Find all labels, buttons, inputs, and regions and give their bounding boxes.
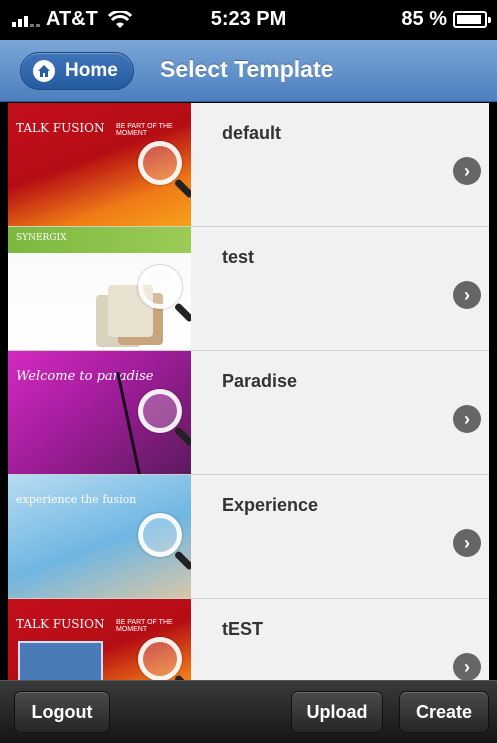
chevron-right-icon[interactable]: › (453, 281, 481, 309)
thumbnail-text: TALK FUSION (16, 121, 105, 135)
magnifier-icon[interactable] (138, 265, 182, 309)
battery-icon (453, 11, 491, 28)
magnifier-icon[interactable] (138, 389, 182, 433)
page-title: Select Template (160, 56, 334, 82)
bottom-toolbar: Logout Upload Create (0, 680, 497, 743)
magnifier-icon[interactable] (138, 141, 182, 185)
thumbnail-text: experience the fusion (16, 493, 137, 506)
home-button[interactable]: Home (20, 52, 134, 90)
upload-button[interactable]: Upload (291, 691, 383, 733)
nav-header: Home Select Template (0, 40, 497, 102)
status-bar: AT&T 5:23 PM 85 % (0, 0, 497, 40)
template-thumbnail: experience the fusion (8, 475, 191, 598)
template-list: TALK FUSION BE PART OF THE MOMENT defaul… (8, 103, 489, 680)
thumbnail-subtext: BE PART OF THE MOMENT (116, 619, 173, 633)
chevron-right-icon[interactable]: › (453, 529, 481, 557)
home-icon (33, 60, 55, 82)
template-name: Paradise (222, 371, 298, 391)
template-name: default (222, 123, 282, 143)
template-name: test (222, 247, 255, 267)
template-thumbnail: TALK FUSION BE PART OF THE MOMENT (8, 103, 191, 226)
battery: 85 % (401, 8, 491, 31)
template-row-test-2[interactable]: TALK FUSION BE PART OF THE MOMENT tEST › (8, 599, 489, 680)
chevron-right-icon[interactable]: › (453, 405, 481, 433)
magnifier-icon[interactable] (138, 513, 182, 557)
home-button-label: Home (65, 60, 118, 81)
thumbnail-subtext: BE PART OF THE MOMENT (116, 123, 173, 137)
template-row-default[interactable]: TALK FUSION BE PART OF THE MOMENT defaul… (8, 103, 489, 227)
template-thumbnail: Welcome to paradise (8, 351, 191, 474)
template-row-test[interactable]: SYNERGIX test › (8, 227, 489, 351)
video-preview (18, 641, 103, 680)
template-row-paradise[interactable]: Welcome to paradise Paradise › (8, 351, 489, 475)
template-thumbnail: SYNERGIX (8, 227, 191, 350)
create-button[interactable]: Create (399, 691, 489, 733)
magnifier-icon[interactable] (138, 637, 182, 680)
logout-button[interactable]: Logout (14, 691, 110, 733)
thumbnail-text: TALK FUSION (16, 617, 105, 631)
battery-percent: 85 % (401, 8, 447, 30)
template-name: tEST (222, 619, 264, 639)
chevron-right-icon[interactable]: › (453, 157, 481, 185)
template-row-experience[interactable]: experience the fusion Experience › (8, 475, 489, 599)
chevron-right-icon[interactable]: › (453, 653, 481, 680)
template-name: Experience (222, 495, 319, 515)
template-thumbnail: TALK FUSION BE PART OF THE MOMENT (8, 599, 191, 680)
thumbnail-text: SYNERGIX (16, 233, 67, 243)
